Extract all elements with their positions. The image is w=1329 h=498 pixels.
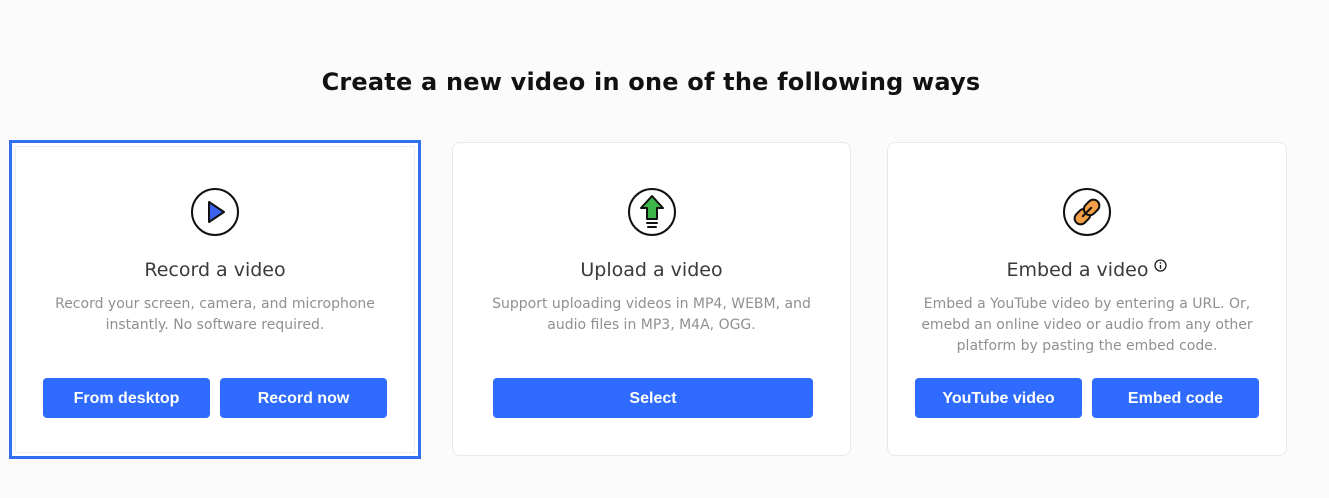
record-video-title: Record a video — [144, 259, 286, 281]
create-video-page: Create a new video in one of the followi… — [0, 0, 1329, 498]
embed-video-card[interactable]: Embed a video Embed a YouTube video by e… — [887, 142, 1287, 456]
record-video-description: Record your screen, camera, and micropho… — [55, 296, 375, 333]
play-icon — [190, 187, 240, 237]
upload-video-title: Upload a video — [580, 259, 723, 281]
from-desktop-button[interactable]: From desktop — [43, 378, 210, 418]
info-icon[interactable] — [1154, 253, 1168, 272]
embed-video-title-row: Embed a video — [888, 257, 1286, 283]
embed-video-description: Embed a YouTube video by entering a URL.… — [921, 296, 1253, 354]
embed-video-title: Embed a video — [1006, 259, 1149, 281]
upload-arrow-icon — [627, 187, 677, 237]
upload-video-description: Support uploading videos in MP4, WEBM, a… — [492, 296, 811, 333]
embed-code-button[interactable]: Embed code — [1092, 378, 1259, 418]
select-button[interactable]: Select — [493, 378, 813, 418]
link-icon — [1062, 187, 1112, 237]
page-title: Create a new video in one of the followi… — [321, 68, 981, 96]
youtube-video-button[interactable]: YouTube video — [915, 378, 1082, 418]
record-now-button[interactable]: Record now — [220, 378, 387, 418]
record-video-card[interactable]: Record a video Record your screen, camer… — [9, 140, 421, 459]
upload-video-card[interactable]: Upload a video Support uploading videos … — [452, 142, 851, 456]
